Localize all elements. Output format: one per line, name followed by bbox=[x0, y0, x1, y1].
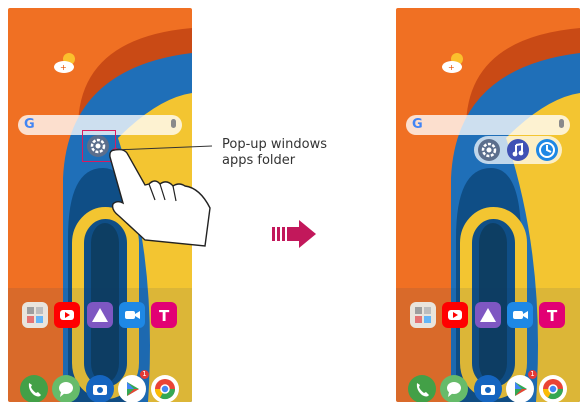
svg-text:+: + bbox=[448, 63, 455, 72]
notification-badge: 1 bbox=[528, 370, 537, 379]
popup-apps-folder-expanded bbox=[474, 136, 562, 164]
mic-icon[interactable] bbox=[171, 119, 176, 128]
lg-app-icon[interactable] bbox=[475, 302, 501, 328]
video-call-icon[interactable] bbox=[119, 302, 145, 328]
messages-icon[interactable] bbox=[440, 375, 468, 402]
clock-icon[interactable] bbox=[536, 139, 558, 161]
t-mobile-icon[interactable]: T bbox=[151, 302, 177, 328]
arrow-right-icon bbox=[272, 220, 316, 248]
weather-icon[interactable]: + bbox=[52, 50, 80, 76]
callout-label: Pop-up windows apps folder bbox=[222, 137, 372, 169]
google-search-bar[interactable]: G bbox=[406, 115, 570, 135]
settings-icon[interactable] bbox=[478, 139, 500, 161]
phone-icon[interactable] bbox=[20, 375, 48, 402]
google-logo: G bbox=[412, 117, 423, 132]
hand-pointer-icon bbox=[109, 148, 211, 247]
chrome-icon[interactable] bbox=[539, 375, 567, 402]
play-store-icon[interactable] bbox=[506, 375, 534, 402]
wallpaper bbox=[396, 8, 580, 402]
google-logo: G bbox=[24, 117, 35, 132]
folder-icon[interactable] bbox=[410, 302, 436, 328]
youtube-icon[interactable] bbox=[54, 302, 80, 328]
t-mobile-icon[interactable]: T bbox=[539, 302, 565, 328]
folder-icon[interactable] bbox=[22, 302, 48, 328]
video-call-icon[interactable] bbox=[507, 302, 533, 328]
svg-text:T: T bbox=[159, 307, 170, 325]
lg-app-icon[interactable] bbox=[87, 302, 113, 328]
music-icon[interactable] bbox=[507, 139, 529, 161]
phone-screen-after: + G T 1 bbox=[396, 8, 580, 402]
camera-icon[interactable] bbox=[474, 375, 502, 402]
messages-icon[interactable] bbox=[52, 375, 80, 402]
play-store-icon[interactable] bbox=[118, 375, 146, 402]
notification-badge: 1 bbox=[140, 370, 149, 379]
svg-text:T: T bbox=[547, 307, 558, 325]
camera-icon[interactable] bbox=[86, 375, 114, 402]
mic-icon[interactable] bbox=[559, 119, 564, 128]
weather-icon[interactable]: + bbox=[440, 50, 468, 76]
phone-icon[interactable] bbox=[408, 375, 436, 402]
chrome-icon[interactable] bbox=[151, 375, 179, 402]
youtube-icon[interactable] bbox=[442, 302, 468, 328]
svg-text:+: + bbox=[60, 63, 67, 72]
callout-line bbox=[113, 145, 213, 151]
callout-line-2: apps folder bbox=[222, 153, 296, 168]
callout-line-1: Pop-up windows bbox=[222, 137, 327, 152]
